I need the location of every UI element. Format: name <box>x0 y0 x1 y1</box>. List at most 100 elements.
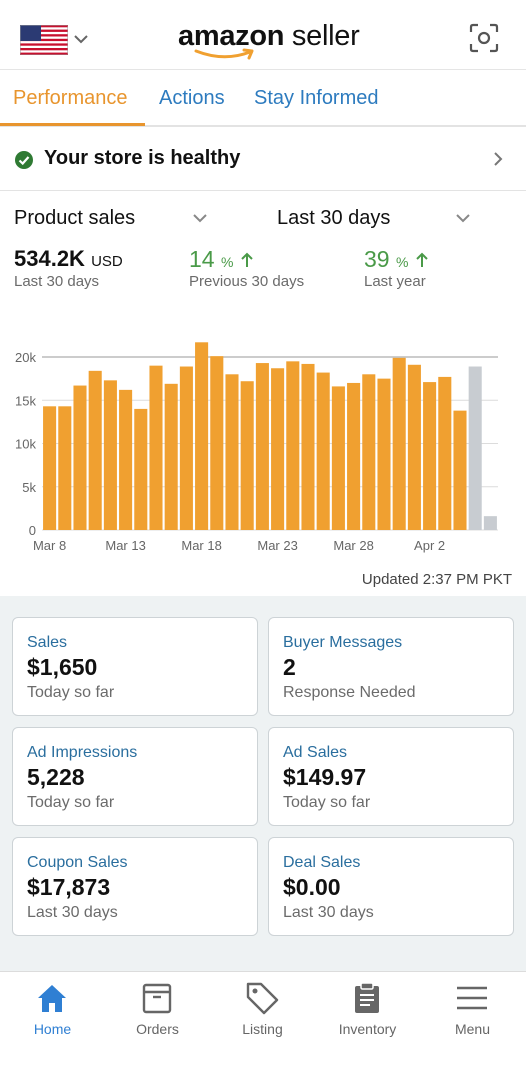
chart-bar[interactable] <box>483 516 497 530</box>
nav-inventory[interactable]: Inventory <box>315 972 420 1052</box>
tab-bar: Performance Actions Stay Informed <box>0 70 526 127</box>
sales-bar-chart[interactable]: 20k 15k 10k 5k 0Mar 8 Mar 13 Mar 18 Mar 23 Mar 2… <box>0 330 526 560</box>
last-year-change: 39 % <box>364 246 429 273</box>
card-coupon-sales[interactable]: Coupon Sales $17,873 Last 30 days <box>12 837 258 936</box>
chart-bar[interactable] <box>331 386 345 530</box>
chart-bar[interactable] <box>468 366 482 530</box>
chart-bar[interactable] <box>73 385 87 530</box>
x-tick-label: Mar 23 <box>257 538 297 553</box>
chart-bar[interactable] <box>103 380 117 530</box>
chevron-down-icon[interactable] <box>73 32 89 46</box>
tab-stay-informed[interactable]: Stay Informed <box>254 87 379 110</box>
total-sales-caption: Last 30 days <box>14 273 100 290</box>
chart-bar[interactable] <box>240 381 254 530</box>
card-title: Coupon Sales <box>27 854 128 871</box>
nav-label: Inventory <box>338 1021 397 1037</box>
card-title: Ad Impressions <box>27 744 138 761</box>
card-title: Sales <box>27 634 68 651</box>
chart-bar[interactable] <box>347 382 361 530</box>
chevron-down-icon[interactable] <box>192 211 208 225</box>
chart-bar[interactable] <box>407 364 421 530</box>
store-health-text: Your store is healthy <box>44 147 241 169</box>
prev-period-caption: Previous 30 days <box>189 273 305 290</box>
chart-bar[interactable] <box>43 406 57 530</box>
card-sales[interactable]: Sales $1,650 Today so far <box>12 617 258 716</box>
card-ad-impressions[interactable]: Ad Impressions 5,228 Today so far <box>12 727 258 826</box>
card-ad-sales[interactable]: Ad Sales $149.97 Today so far <box>268 727 514 826</box>
nav-listing[interactable]: Listing <box>210 972 315 1052</box>
y-tick-label: 20k <box>15 350 36 365</box>
card-title: Ad Sales <box>283 744 348 761</box>
chart-bar[interactable] <box>195 342 209 530</box>
tag-icon <box>246 982 279 1015</box>
chart-bar[interactable] <box>453 410 467 530</box>
card-subtitle: Response Needed <box>283 684 416 701</box>
app-header: amazon seller <box>0 0 526 70</box>
x-tick-label: Mar 18 <box>181 538 221 553</box>
chart-bar[interactable] <box>119 389 133 530</box>
chart-bar[interactable] <box>179 366 193 530</box>
card-deal-sales[interactable]: Deal Sales $0.00 Last 30 days <box>268 837 514 936</box>
last-year-caption: Last year <box>364 273 426 290</box>
y-tick-label: 0 <box>29 523 36 538</box>
total-sales-unit: USD <box>91 253 123 270</box>
nav-label: Orders <box>136 1021 179 1037</box>
card-buyer-messages[interactable]: Buyer Messages 2 Response Needed <box>268 617 514 716</box>
arrow-up-icon <box>241 252 253 267</box>
logo-light: seller <box>284 20 360 52</box>
bottom-navigation: Home Orders Listing Inventory Menu <box>0 971 526 1079</box>
total-sales-value: 534.2K USD <box>14 246 123 272</box>
chevron-down-icon[interactable] <box>455 211 471 225</box>
chart-bar[interactable] <box>58 406 72 530</box>
x-tick-label: Mar 28 <box>333 538 373 553</box>
chart-bar[interactable] <box>255 363 269 530</box>
y-tick-label: 15k <box>15 393 36 408</box>
year-change-pct: % <box>395 254 409 270</box>
chart-bar[interactable] <box>316 372 330 530</box>
chart-bar[interactable] <box>134 408 148 530</box>
card-value: 2 <box>283 654 296 680</box>
store-health-row[interactable]: Your store is healthy <box>0 128 526 191</box>
card-subtitle: Today so far <box>27 794 115 811</box>
tab-actions[interactable]: Actions <box>159 87 225 110</box>
nav-menu[interactable]: Menu <box>420 972 525 1052</box>
card-value: $0.00 <box>283 874 341 900</box>
metric-select[interactable]: Product sales <box>14 207 135 230</box>
card-title: Deal Sales <box>283 854 361 871</box>
smile-arrow-icon <box>194 48 254 60</box>
card-value: 5,228 <box>27 764 85 790</box>
card-value: $17,873 <box>27 874 111 900</box>
y-tick-label: 5k <box>22 480 36 495</box>
year-change-value: 39 <box>364 246 390 272</box>
chart-bar[interactable] <box>225 374 239 530</box>
chart-bar[interactable] <box>301 363 315 530</box>
chart-bar[interactable] <box>423 382 437 530</box>
tab-performance[interactable]: Performance <box>13 87 128 110</box>
chart-bar[interactable] <box>164 383 178 530</box>
x-tick-label: Mar 13 <box>105 538 145 553</box>
period-select[interactable]: Last 30 days <box>277 207 390 230</box>
card-subtitle: Today so far <box>283 794 371 811</box>
chart-bar[interactable] <box>362 374 376 530</box>
nav-orders[interactable]: Orders <box>105 972 210 1052</box>
check-circle-icon <box>15 151 33 169</box>
chart-bar[interactable] <box>210 356 224 530</box>
box-icon <box>142 983 172 1014</box>
nav-home[interactable]: Home <box>0 972 105 1052</box>
chart-bar[interactable] <box>438 376 452 530</box>
scan-icon[interactable] <box>468 22 500 54</box>
chart-bar[interactable] <box>271 368 285 530</box>
chart-bar[interactable] <box>286 361 300 530</box>
us-flag-icon[interactable] <box>20 25 68 55</box>
prev-change-value: 14 <box>189 246 215 272</box>
y-tick-label: 10k <box>15 437 36 452</box>
nav-label: Menu <box>454 1021 491 1037</box>
updated-timestamp: Updated 2:37 PM PKT <box>361 571 512 588</box>
chart-bar[interactable] <box>88 370 102 530</box>
chart-bar[interactable] <box>392 357 406 530</box>
chart-bar[interactable] <box>377 378 391 531</box>
amazon-seller-logo: amazon seller <box>178 18 360 62</box>
card-title: Buyer Messages <box>283 634 403 651</box>
hamburger-icon <box>457 986 487 1010</box>
chart-bar[interactable] <box>149 365 163 530</box>
